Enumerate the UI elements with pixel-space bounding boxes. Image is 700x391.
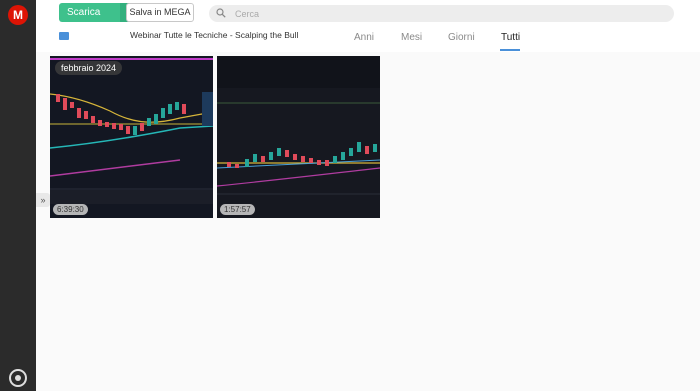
breadcrumb: Webinar Tutte le Tecniche - Scalping the… — [130, 30, 299, 40]
trading-chart-thumbnail — [50, 56, 213, 218]
active-tab-indicator — [500, 49, 520, 51]
download-button[interactable]: Scarica — [59, 3, 120, 22]
tab-months[interactable]: Mesi — [401, 32, 422, 43]
topbar: Scarica ⌄ Salva in MEGA Webinar Tutte le… — [36, 0, 700, 52]
expand-sidebar-icon[interactable]: » — [36, 193, 50, 207]
video-duration: 1:57:57 — [220, 204, 255, 215]
video-thumbnail[interactable]: febbraio 2024 6:39:30 — [50, 56, 213, 218]
account-icon[interactable] — [9, 369, 27, 387]
tab-days[interactable]: Giorni — [448, 32, 475, 43]
image-folder-icon — [59, 32, 69, 40]
trading-chart-thumbnail — [217, 56, 380, 218]
video-thumbnail[interactable]: 1:57:57 — [217, 56, 380, 218]
save-to-mega-button[interactable]: Salva in MEGA — [126, 3, 194, 22]
video-duration: 6:39:30 — [53, 204, 88, 215]
mega-logo[interactable]: M — [8, 5, 28, 25]
tab-years[interactable]: Anni — [354, 32, 374, 43]
tab-all[interactable]: Tutti — [501, 32, 520, 43]
search-icon — [216, 8, 226, 18]
date-badge: febbraio 2024 — [55, 61, 123, 75]
search-bar[interactable] — [209, 5, 674, 22]
search-input[interactable] — [235, 5, 655, 22]
sidebar: M — [0, 0, 36, 391]
